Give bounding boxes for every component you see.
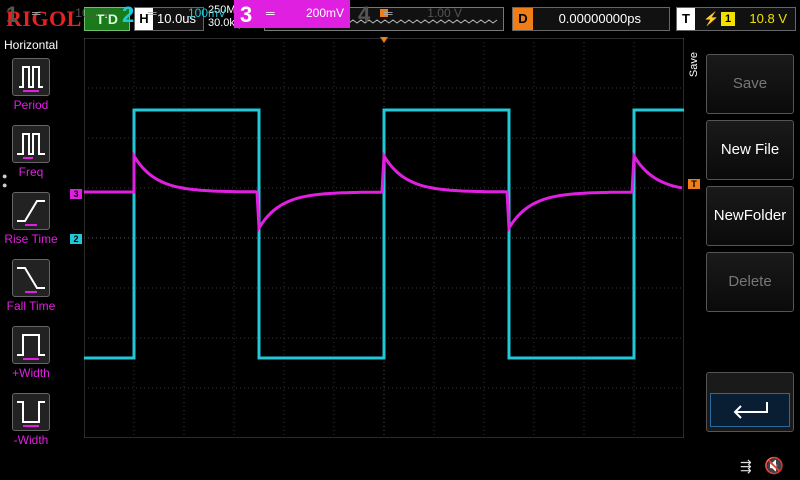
measure-fall-time-label: Fall Time [6,299,56,313]
channel-4-slot[interactable]: 4 ═ 1.00 V [352,0,468,28]
channel-3-coupling-icon: ═ [266,6,275,20]
channel-4-number: 4 [358,2,371,27]
channel-2-scale: 100mV [187,6,226,20]
new-folder-button[interactable]: NewFolder [706,186,794,246]
trigger-time-marker-icon[interactable] [380,37,388,43]
delay-display[interactable]: D 0.00000000ps [512,7,670,31]
period-icon [12,58,50,96]
channel-3-scale: 200mV [305,6,344,20]
fall-time-icon [12,259,50,297]
speaker-mute-icon[interactable]: 🔇 [764,456,784,476]
channel-2-slot[interactable]: 2 ═ 100mV [116,0,232,28]
channel-4-coupling-icon: ═ [384,6,393,20]
save-menu-title: Save [688,52,700,78]
trigger-level-marker[interactable]: T [688,179,700,189]
rising-edge-icon: ⚡ [703,11,720,26]
channel-2-number: 2 [122,2,135,27]
measure-freq-button[interactable]: Freq [0,125,62,185]
measure-period-button[interactable]: Period [0,58,62,118]
measurement-menu-title: Horizontal [3,38,59,52]
measure-period-label: Period [13,98,49,112]
trigger-source-badge: 1 [721,12,735,26]
delay-value: 0.00000000ps [558,11,641,26]
ch3-offset-marker[interactable]: 3 [70,189,82,199]
new-file-button[interactable]: New File [706,120,794,180]
measure-negative-width-label: -Width [13,433,49,447]
waveform-display[interactable] [83,37,685,439]
measure-fall-time-button[interactable]: Fall Time [0,259,62,319]
save-button[interactable]: Save [706,54,794,114]
channel-3-slot[interactable]: 3 ═ 200mV [234,0,350,28]
trigger-letter: T [677,8,695,30]
menu-back-button[interactable] [706,372,794,432]
channel-1-number: 1 [6,2,19,27]
positive-width-icon [12,326,50,364]
channel-1-scale: 10.0 V [75,6,110,20]
measure-rise-time-label: Rise Time [4,232,58,246]
delay-letter: D [513,8,533,30]
measure-rise-time-button[interactable]: Rise Time [0,192,62,252]
measure-positive-width-label: +Width [12,366,50,380]
channel-1-slot[interactable]: 1 ═ 10.0 V [0,0,116,28]
measure-positive-width-button[interactable]: +Width [0,326,62,386]
measure-freq-label: Freq [18,165,44,179]
waveform-canvas [83,37,685,439]
rise-time-icon [12,192,50,230]
channel-1-coupling-icon: ═ [32,6,41,20]
channel-2-coupling-icon: ═ [148,6,157,20]
trigger-level-value: 10.8 V [749,11,787,26]
return-arrow-icon [710,393,790,427]
delete-button[interactable]: Delete [706,252,794,312]
channel-3-number: 3 [240,2,253,27]
channel-bar [0,452,800,480]
trigger-display[interactable]: T ⚡ 1 10.8 V [676,7,796,31]
usb-icon: ⇶ [740,458,752,474]
channel-4-scale: 1.00 V [427,6,462,20]
ch2-offset-marker[interactable]: 2 [70,234,82,244]
negative-width-icon [12,393,50,431]
frequency-icon [12,125,50,163]
measure-negative-width-button[interactable]: -Width [0,393,62,453]
